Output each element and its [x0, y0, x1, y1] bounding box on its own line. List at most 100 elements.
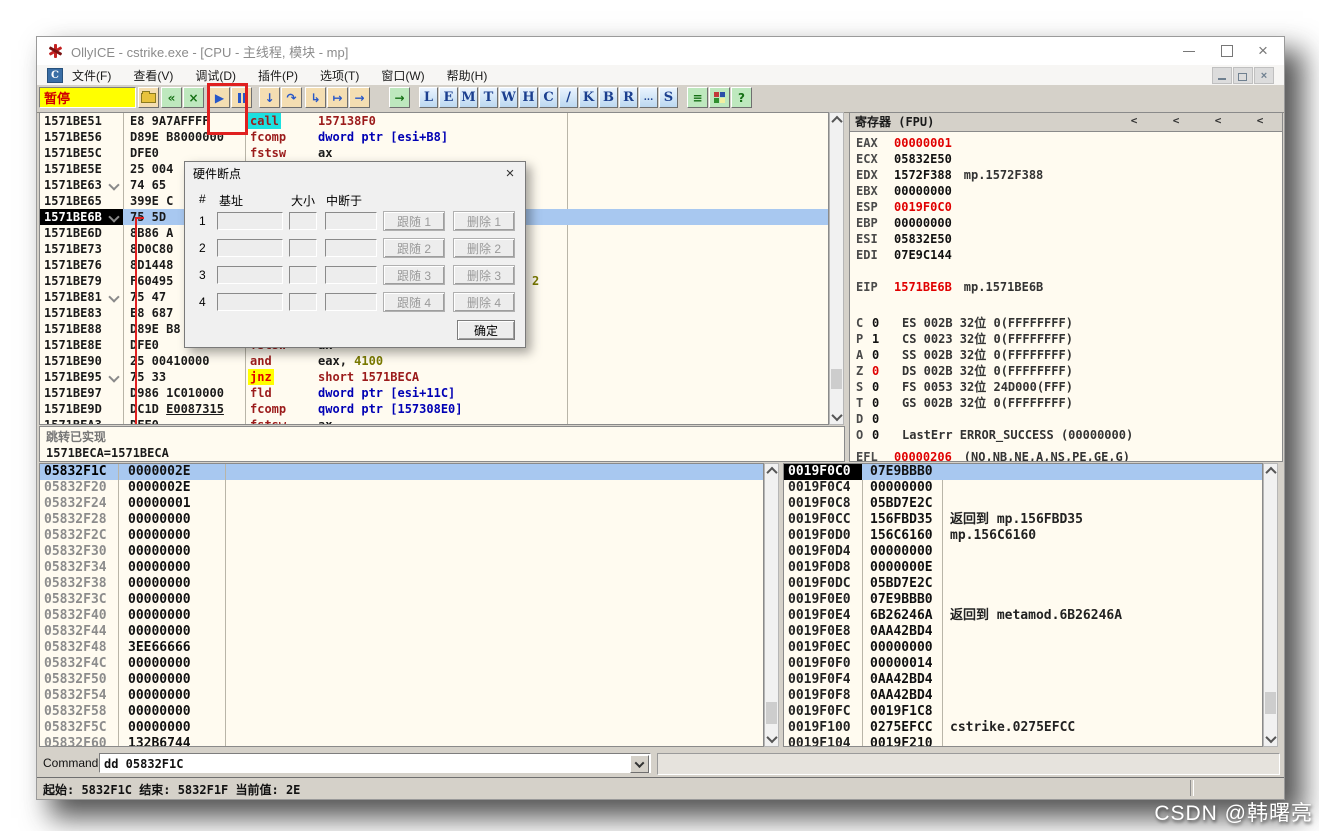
- menu-item[interactable]: 调试(D): [195, 67, 236, 84]
- register-line[interactable]: EDI07E9C144: [850, 247, 1282, 263]
- disasm-row[interactable]: 1571BEA3DFE0fstswax: [40, 417, 828, 425]
- dump-row[interactable]: 05832F2800000000: [40, 512, 763, 528]
- open-file-icon[interactable]: [138, 87, 159, 108]
- restart-icon[interactable]: «: [161, 87, 182, 108]
- dump-row[interactable]: 05832F4000000000: [40, 608, 763, 624]
- toolbar-letter-button[interactable]: K: [579, 87, 598, 108]
- stack-scrollbar[interactable]: [1263, 463, 1278, 747]
- windows-list-icon[interactable]: ≡: [687, 87, 708, 108]
- stack-row[interactable]: 0019F0FC0019F1C8: [784, 704, 1262, 720]
- scroll-down-arrow-icon[interactable]: [765, 732, 778, 746]
- toolbar-letter-button[interactable]: E: [439, 87, 458, 108]
- menu-item[interactable]: 窗口(W): [381, 67, 424, 84]
- follow-button[interactable]: 跟随 3: [383, 265, 445, 285]
- follow-button[interactable]: 跟随 1: [383, 211, 445, 231]
- column-divider[interactable]: [123, 113, 124, 424]
- column-divider[interactable]: [225, 464, 226, 746]
- toolbar-letter-button[interactable]: /: [559, 87, 578, 108]
- disasm-row[interactable]: 1571BE9025 00410000andeax, 4100: [40, 353, 828, 369]
- registers-nav-button[interactable]: <: [1250, 115, 1270, 129]
- cpu-window-icon[interactable]: C: [47, 68, 63, 83]
- stack-row[interactable]: 0019F0F80AA42BD4: [784, 688, 1262, 704]
- flag-line[interactable]: Z0DS 002B 32位 0(FFFFFFFF): [850, 363, 1282, 379]
- menu-item[interactable]: 查看(V): [133, 67, 173, 84]
- flag-line[interactable]: O0LastErr ERROR_SUCCESS (00000000): [850, 427, 1282, 443]
- flag-line[interactable]: S0FS 0053 32位 24D000(FFF): [850, 379, 1282, 395]
- mdi-restore-button[interactable]: [1233, 67, 1253, 84]
- dialog-close-icon[interactable]: ×: [501, 164, 519, 182]
- menu-item[interactable]: 选项(T): [320, 67, 359, 84]
- command-combobox[interactable]: [99, 753, 651, 773]
- scroll-up-arrow-icon[interactable]: [1264, 464, 1277, 478]
- stack-row[interactable]: 0019F0D80000000E: [784, 560, 1262, 576]
- help-icon[interactable]: ?: [731, 87, 752, 108]
- break-on-input[interactable]: [325, 212, 377, 230]
- stack-row[interactable]: 0019F0D0156C6160mp.156C6160: [784, 528, 1262, 544]
- register-line[interactable]: EDX1572F388mp.1572F388: [850, 167, 1282, 183]
- scroll-up-arrow-icon[interactable]: [830, 113, 843, 127]
- disassembly-scrollbar[interactable]: [829, 112, 844, 425]
- follow-button[interactable]: 跟随 4: [383, 292, 445, 312]
- registers-nav-button[interactable]: <: [1208, 115, 1228, 129]
- toolbar-letter-button[interactable]: W: [499, 87, 518, 108]
- step-over-icon[interactable]: ↷: [281, 87, 302, 108]
- memory-dump-pane[interactable]: 05832F1C0000002E05832F200000002E05832F24…: [39, 463, 764, 747]
- menu-item[interactable]: 插件(P): [258, 67, 298, 84]
- size-input[interactable]: [289, 293, 317, 311]
- delete-button[interactable]: 删除 1: [453, 211, 515, 231]
- disasm-row[interactable]: 1571BE56D89E B8000000fcompdword ptr [esi…: [40, 129, 828, 145]
- mdi-close-button[interactable]: ×: [1254, 67, 1274, 84]
- goto-icon[interactable]: →: [389, 87, 410, 108]
- registers-pane[interactable]: 寄存器 (FPU) < < < < EAX00000001ECX05832E50…: [849, 112, 1283, 462]
- delete-button[interactable]: 删除 4: [453, 292, 515, 312]
- mdi-minimize-button[interactable]: [1212, 67, 1232, 84]
- trace-into-icon[interactable]: ↳: [305, 87, 326, 108]
- scroll-down-arrow-icon[interactable]: [1264, 732, 1277, 746]
- stack-row[interactable]: 0019F0EC00000000: [784, 640, 1262, 656]
- break-on-input[interactable]: [325, 266, 377, 284]
- column-divider[interactable]: [942, 464, 943, 746]
- register-line[interactable]: EBP00000000: [850, 215, 1282, 231]
- disasm-row[interactable]: 1571BE9575 33jnzshort 1571BECA: [40, 369, 828, 385]
- flag-line[interactable]: C0ES 002B 32位 0(FFFFFFFF): [850, 315, 1282, 331]
- dump-row[interactable]: 05832F5400000000: [40, 688, 763, 704]
- toolbar-letter-button[interactable]: R: [619, 87, 638, 108]
- step-into-icon[interactable]: ↓: [259, 87, 280, 108]
- minimize-button[interactable]: [1174, 41, 1204, 61]
- dump-row[interactable]: 05832F200000002E: [40, 480, 763, 496]
- stack-row[interactable]: 0019F0E80AA42BD4: [784, 624, 1262, 640]
- stack-row[interactable]: 0019F1000275EFCCcstrike.0275EFCC: [784, 720, 1262, 736]
- dump-row[interactable]: 05832F5C00000000: [40, 720, 763, 736]
- column-divider[interactable]: [567, 113, 568, 424]
- base-address-input[interactable]: [217, 293, 283, 311]
- dump-row[interactable]: 05832F4C00000000: [40, 656, 763, 672]
- register-line[interactable]: ECX05832E50: [850, 151, 1282, 167]
- scroll-up-arrow-icon[interactable]: [765, 464, 778, 478]
- base-address-input[interactable]: [217, 212, 283, 230]
- delete-button[interactable]: 删除 3: [453, 265, 515, 285]
- close-button[interactable]: ×: [1248, 41, 1278, 61]
- flag-line[interactable]: A0SS 002B 32位 0(FFFFFFFF): [850, 347, 1282, 363]
- flag-line[interactable]: D0: [850, 411, 1282, 427]
- registers-nav-button[interactable]: <: [1166, 115, 1186, 129]
- dump-row[interactable]: 05832F4400000000: [40, 624, 763, 640]
- register-line[interactable]: ESP0019F0C0: [850, 199, 1282, 215]
- size-input[interactable]: [289, 239, 317, 257]
- stack-row[interactable]: 0019F0DC05BD7E2C: [784, 576, 1262, 592]
- toolbar-letter-button[interactable]: M: [459, 87, 478, 108]
- ok-button[interactable]: 确定: [457, 320, 515, 340]
- disasm-row[interactable]: 1571BE97D986 1C010000flddword ptr [esi+1…: [40, 385, 828, 401]
- register-line[interactable]: ESI05832E50: [850, 231, 1282, 247]
- disasm-row[interactable]: 1571BE9DDC1D E0087315fcompqword ptr [157…: [40, 401, 828, 417]
- dump-row[interactable]: 05832F60132B6744: [40, 736, 763, 747]
- toolbar-letter-button[interactable]: L: [419, 87, 438, 108]
- scrollbar-thumb[interactable]: [1265, 692, 1276, 714]
- close-program-icon[interactable]: ×: [183, 87, 204, 108]
- stack-row[interactable]: 0019F0D400000000: [784, 544, 1262, 560]
- toolbar-letter-button[interactable]: C: [539, 87, 558, 108]
- stack-row[interactable]: 0019F0F000000014: [784, 656, 1262, 672]
- dump-row[interactable]: 05832F3800000000: [40, 576, 763, 592]
- size-input[interactable]: [289, 212, 317, 230]
- register-line[interactable]: EBX00000000: [850, 183, 1282, 199]
- disasm-row[interactable]: 1571BE51E8 9A7AFFFFcall157138F0: [40, 113, 828, 129]
